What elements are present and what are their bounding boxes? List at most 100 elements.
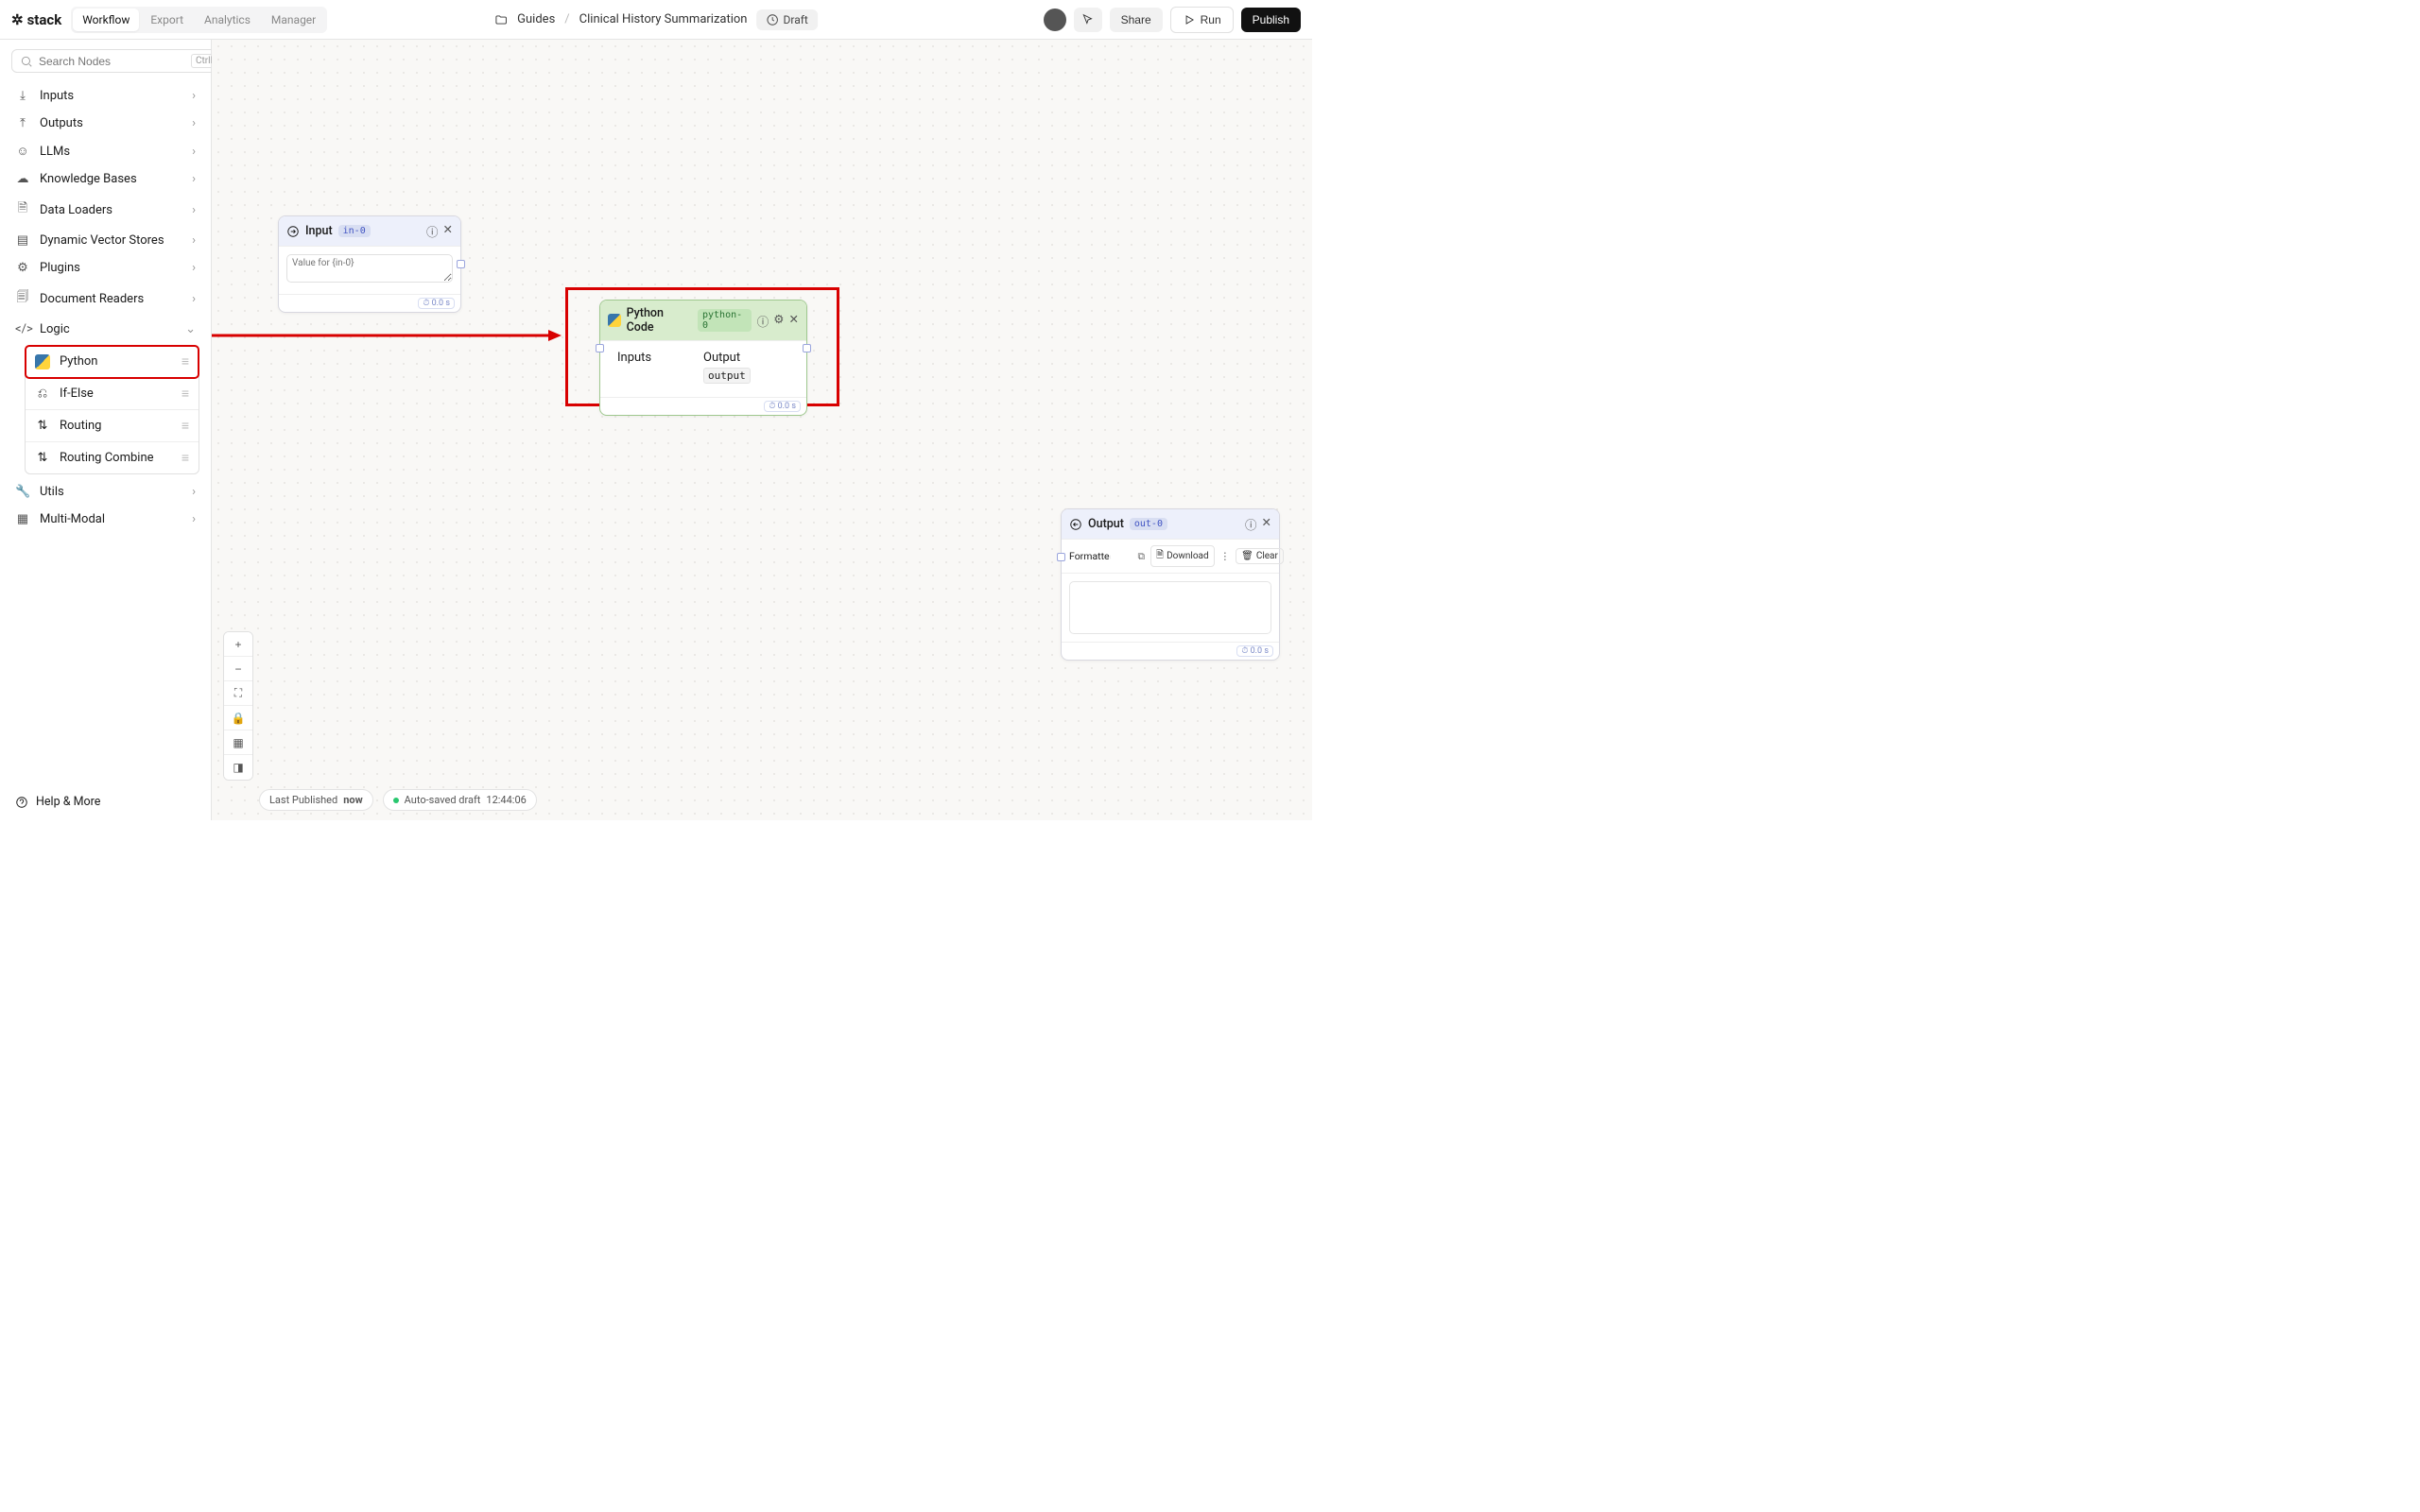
download-button[interactable]: 🗎 Download: [1150, 545, 1215, 567]
close-icon[interactable]: ✕: [1262, 515, 1271, 533]
chevron-right-icon: ›: [192, 203, 196, 217]
clear-button[interactable]: 🗑 Clear: [1236, 548, 1284, 564]
info-icon[interactable]: ⓘ: [1245, 515, 1257, 533]
swap-icon: ⇅: [35, 419, 50, 433]
breadcrumb: Guides / Clinical History Summarization …: [494, 9, 818, 30]
subitem-routing[interactable]: ⇅ Routing ≡: [26, 410, 199, 442]
cat-llms[interactable]: ☺LLMs›: [8, 137, 203, 165]
close-icon[interactable]: ✕: [789, 312, 799, 330]
cat-logic[interactable]: </>Logic⌄: [8, 316, 203, 343]
nav-tab-export[interactable]: Export: [141, 9, 193, 31]
node-python-header[interactable]: Python Code python-0 ⓘ ⚙ ✕: [600, 301, 806, 341]
fit-view-button[interactable]: ⛶: [224, 681, 252, 706]
search-input[interactable]: [39, 55, 185, 68]
publish-button[interactable]: Publish: [1241, 8, 1301, 32]
output-icon: [1069, 518, 1082, 531]
help-more[interactable]: Help & More: [0, 783, 211, 820]
drag-handle-icon[interactable]: ≡: [182, 418, 189, 434]
nav-tab-workflow[interactable]: Workflow: [73, 9, 139, 31]
drag-handle-icon[interactable]: ≡: [182, 450, 189, 466]
run-label: Run: [1201, 13, 1221, 26]
zoom-out-button[interactable]: −: [224, 657, 252, 681]
cat-knowledge[interactable]: ☁Knowledge Bases›: [8, 165, 203, 193]
help-more-label: Help & More: [36, 795, 100, 809]
node-title: Python Code: [627, 306, 692, 335]
cat-utils[interactable]: 🔧Utils›: [8, 478, 203, 506]
autosave-time: 12:44:06: [486, 794, 526, 806]
file-icon: 🗎: [15, 199, 30, 220]
drag-handle-icon[interactable]: ≡: [182, 353, 189, 369]
python-output-var: output: [703, 368, 751, 384]
node-python[interactable]: Python Code python-0 ⓘ ⚙ ✕ Inputs Output…: [599, 300, 807, 416]
play-icon: [1183, 13, 1196, 26]
nav-tab-manager[interactable]: Manager: [262, 9, 325, 31]
run-button[interactable]: Run: [1170, 7, 1234, 33]
cat-label: Inputs: [40, 89, 74, 103]
last-published-value: now: [343, 794, 362, 806]
download-icon: ⤓: [15, 89, 30, 103]
zoom-in-button[interactable]: +: [224, 632, 252, 657]
subitem-routing-combine[interactable]: ⇅ Routing Combine ≡: [26, 442, 199, 473]
chevron-right-icon: ›: [192, 233, 196, 248]
cat-label: Document Readers: [40, 292, 144, 306]
node-output-footer: ⏱ 0.0 s: [1062, 642, 1279, 660]
last-published-pill[interactable]: Last Published now: [259, 789, 373, 811]
more-icon[interactable]: ⋮: [1220, 550, 1231, 562]
chevron-right-icon: ›: [192, 261, 196, 275]
breadcrumb-page[interactable]: Clinical History Summarization: [579, 12, 748, 26]
cat-outputs[interactable]: ⤒Outputs›: [8, 110, 203, 137]
python-icon: [608, 314, 621, 327]
chevron-right-icon: ›: [192, 116, 196, 130]
cat-vectorstores[interactable]: ▤ Dynamic Vector Stores ›: [8, 227, 203, 254]
python-output-label: Output: [703, 351, 789, 365]
topbar: ✲ stack Workflow Export Analytics Manage…: [0, 0, 1312, 40]
gear-icon[interactable]: ⚙: [773, 312, 784, 330]
cat-dataloaders[interactable]: 🗎 Data Loaders ›: [8, 193, 203, 227]
avatar[interactable]: [1044, 9, 1066, 31]
cat-plugins[interactable]: ⚙Plugins›: [8, 254, 203, 282]
chevron-right-icon: ›: [192, 512, 196, 526]
layout-button[interactable]: ▦: [224, 730, 252, 755]
grid-icon: ▤: [15, 233, 30, 248]
subitem-ifelse[interactable]: ⎌ If-Else ≡: [26, 378, 199, 410]
formatted-label: Formatted: [1069, 550, 1115, 562]
copy-icon[interactable]: ⧉: [1138, 550, 1146, 563]
cat-label: LLMs: [40, 145, 70, 159]
nav-tab-analytics[interactable]: Analytics: [195, 9, 260, 31]
cursor-button[interactable]: [1074, 8, 1102, 32]
lock-button[interactable]: 🔒: [224, 706, 252, 730]
search-box[interactable]: CtrlK: [11, 49, 230, 73]
brand-logo: ✲ stack: [11, 11, 61, 28]
status-dot-icon: [393, 798, 399, 803]
node-python-body: Inputs Output output: [600, 341, 806, 397]
cat-multimodal[interactable]: ▦Multi-Modal›: [8, 506, 203, 533]
cat-inputs[interactable]: ⤓Inputs›: [8, 82, 203, 110]
node-output-port-in[interactable]: [1057, 553, 1065, 561]
cat-docreaders[interactable]: 🗐Document Readers›: [8, 282, 203, 316]
breadcrumb-status[interactable]: Draft: [756, 9, 817, 30]
node-python-tag: python-0: [698, 309, 752, 332]
output-textarea[interactable]: [1069, 581, 1271, 634]
subitem-label: Routing Combine: [60, 451, 154, 465]
node-python-port-in[interactable]: [596, 344, 604, 352]
node-output-toolbar: Formatted ⧉ 🗎 Download ⋮ 🗑 Clear: [1062, 540, 1279, 574]
chevron-down-icon: ⌄: [185, 322, 196, 336]
status-bar: Last Published now Auto-saved draft 12:4…: [259, 789, 537, 811]
cat-label: Dynamic Vector Stores: [40, 233, 164, 248]
logo-icon: ✲: [11, 11, 24, 28]
share-button[interactable]: Share: [1110, 8, 1163, 32]
subitem-python[interactable]: Python ≡: [26, 346, 199, 378]
breadcrumb-folder[interactable]: Guides: [517, 12, 555, 26]
cat-label: Knowledge Bases: [40, 172, 137, 186]
drag-handle-icon[interactable]: ≡: [182, 386, 189, 402]
node-output-header[interactable]: Output out-0 ⓘ ✕: [1062, 509, 1279, 540]
info-icon[interactable]: ⓘ: [757, 312, 769, 330]
code-icon: </>: [15, 322, 30, 336]
node-output[interactable]: Output out-0 ⓘ ✕ Formatted ⧉ 🗎 Download …: [1061, 508, 1280, 661]
cat-label: Multi-Modal: [40, 512, 105, 526]
cat-label: Outputs: [40, 116, 83, 130]
canvas[interactable]: Input in-0 ⓘ ✕ ⏱ 0.0 s Python Code pytho…: [212, 40, 1312, 820]
cat-label: Data Loaders: [40, 203, 112, 217]
minimap-button[interactable]: ◨: [224, 755, 252, 780]
node-python-port-out[interactable]: [803, 344, 811, 352]
